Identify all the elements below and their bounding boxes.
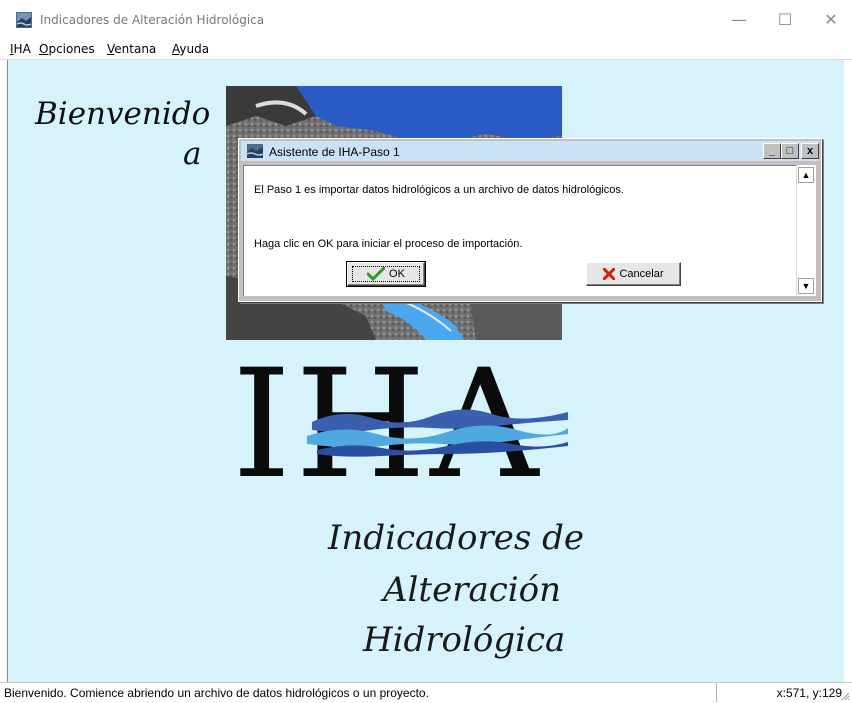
menu-iha[interactable]: IHA bbox=[10, 42, 31, 56]
status-separator bbox=[716, 683, 717, 702]
dialog-minimize-button[interactable]: _ bbox=[763, 143, 781, 159]
dialog-content: El Paso 1 es importar datos hidrológicos… bbox=[243, 165, 796, 296]
welcome-text: Bienvenido bbox=[35, 96, 211, 132]
subtitle-line-2: Alteración bbox=[383, 570, 562, 610]
scroll-up-arrow[interactable]: ▲ bbox=[798, 167, 814, 183]
dialog-message-1: El Paso 1 es importar datos hidrológicos… bbox=[254, 184, 624, 196]
dialog-app-icon bbox=[247, 144, 263, 158]
cancel-button[interactable]: Cancelar bbox=[586, 262, 681, 286]
app-river-icon bbox=[16, 12, 32, 28]
window-title-bar[interactable]: Indicadores de Alteración Hidrológica — … bbox=[0, 0, 852, 40]
dialog-maximize-button[interactable]: □ bbox=[781, 143, 799, 159]
subtitle-line-3: Hidrológica bbox=[363, 620, 566, 660]
close-button[interactable]: ✕ bbox=[808, 0, 852, 40]
ok-button[interactable]: OK bbox=[346, 261, 426, 287]
minimize-button[interactable]: — bbox=[716, 0, 762, 40]
welcome-text-a: a bbox=[183, 136, 202, 172]
dialog-message-2: Haga clic en OK para iniciar el proceso … bbox=[254, 238, 523, 250]
resize-grip-icon[interactable] bbox=[840, 691, 850, 701]
menu-ayuda[interactable]: Ayuda bbox=[172, 42, 209, 56]
status-bar: Bienvenido. Comience abriendo un archivo… bbox=[0, 682, 852, 703]
status-message: Bienvenido. Comience abriendo un archivo… bbox=[4, 686, 429, 700]
menu-ventana[interactable]: Ventana bbox=[107, 42, 156, 56]
maximize-button[interactable]: ☐ bbox=[762, 0, 808, 40]
ok-focus-rect bbox=[352, 266, 420, 282]
wizard-dialog: Asistente de IHA-Paso 1 _ □ x El Paso 1 … bbox=[238, 138, 822, 302]
dialog-close-button[interactable]: x bbox=[801, 143, 819, 159]
dialog-scrollbar[interactable]: ▲ ▼ bbox=[796, 165, 816, 296]
menu-bar: IHA Opciones Ventana Ayuda bbox=[0, 40, 852, 60]
subtitle-line-1: Indicadores de bbox=[328, 518, 585, 558]
cancel-button-label: Cancelar bbox=[619, 268, 664, 281]
menu-opciones[interactable]: Opciones bbox=[39, 42, 95, 56]
scroll-down-arrow[interactable]: ▼ bbox=[798, 278, 814, 294]
dialog-title: Asistente de IHA-Paso 1 bbox=[269, 145, 400, 159]
iha-logo: IHA bbox=[232, 350, 568, 500]
status-coordinates: x:571, y:129 bbox=[776, 686, 842, 700]
red-x-icon bbox=[603, 268, 616, 281]
waves-graphic bbox=[307, 409, 568, 457]
dialog-title-bar[interactable]: Asistente de IHA-Paso 1 _ □ x bbox=[241, 141, 819, 161]
window-title: Indicadores de Alteración Hidrológica bbox=[40, 13, 265, 27]
